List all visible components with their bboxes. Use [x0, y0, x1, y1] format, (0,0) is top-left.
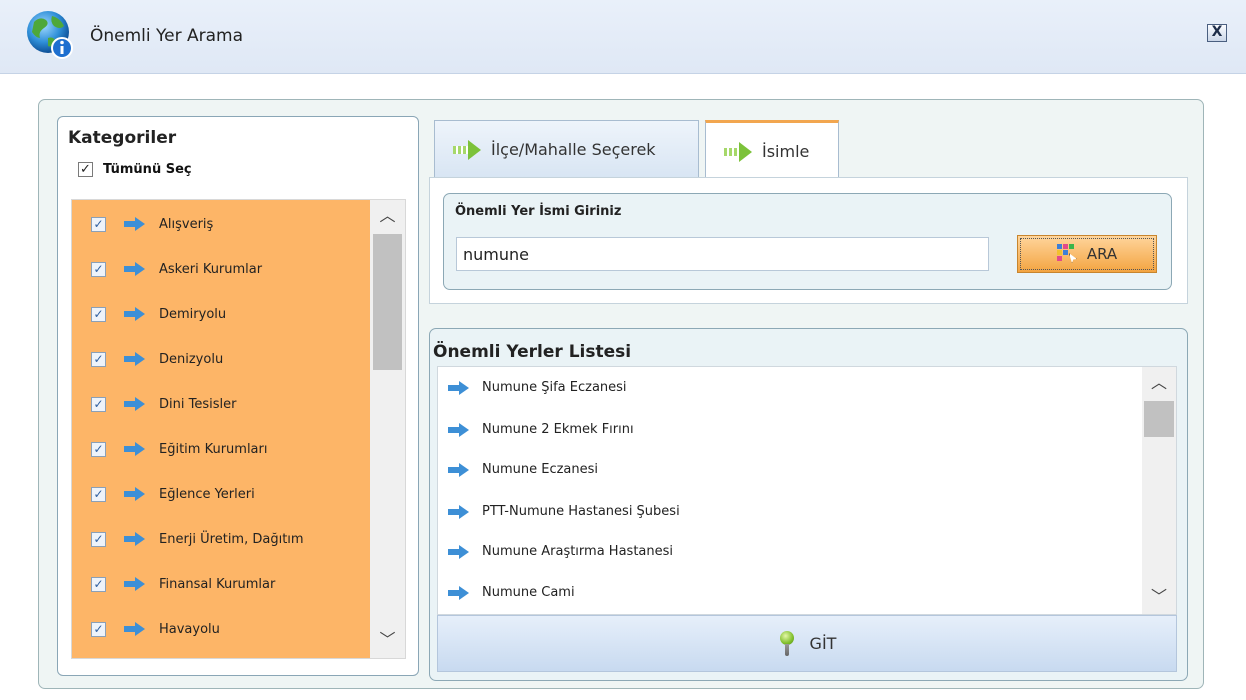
blue-arrow-icon — [448, 380, 470, 395]
category-checkbox[interactable]: ✓ — [91, 396, 106, 412]
blue-arrow-icon — [124, 577, 146, 591]
category-label: Dini Tesisler — [159, 396, 237, 412]
category-scrollbar[interactable]: ︿ ﹀ — [370, 200, 405, 658]
category-item[interactable]: ✓ Havayolu — [72, 607, 370, 651]
blue-arrow-icon — [448, 544, 470, 559]
category-item[interactable]: ✓ Askeri Kurumlar — [72, 247, 370, 291]
search-button-label: ARA — [1086, 245, 1118, 263]
category-item[interactable]: ✓ Dini Tesisler — [72, 382, 370, 426]
search-label: Önemli Yer İsmi Giriniz — [455, 204, 622, 219]
result-item[interactable]: PTT-Numune Hastanesi Şubesi — [438, 491, 1142, 532]
category-checkbox[interactable]: ✓ — [91, 261, 106, 277]
grid-cursor-icon — [1056, 244, 1079, 264]
scroll-down-icon[interactable]: ﹀ — [1142, 583, 1176, 611]
result-label: Numune Eczanesi — [482, 462, 599, 477]
category-checkbox[interactable]: ✓ — [91, 216, 106, 232]
blue-arrow-icon — [448, 462, 470, 477]
blue-arrow-icon — [448, 585, 470, 600]
categories-title: Kategoriler — [68, 128, 177, 148]
blue-arrow-icon — [124, 217, 146, 231]
tab-label: İlçe/Mahalle Seçerek — [491, 140, 656, 159]
result-item[interactable]: Numune 2 Ekmek Fırını — [438, 409, 1142, 450]
result-label: PTT-Numune Hastanesi Şubesi — [482, 504, 680, 519]
result-label: Numune 2 Ekmek Fırını — [482, 422, 634, 437]
result-item[interactable]: Numune Şifa Eczanesi — [438, 367, 1142, 408]
blue-arrow-icon — [124, 622, 146, 636]
category-item[interactable]: ✓ Eğlence Yerleri — [72, 472, 370, 516]
category-item[interactable]: ✓ Alışveriş — [72, 202, 370, 246]
category-checkbox[interactable]: ✓ — [91, 576, 106, 592]
category-label: Demiryolu — [159, 306, 227, 322]
tab-by-name[interactable]: İsimle — [705, 120, 839, 180]
search-button[interactable]: ARA — [1017, 235, 1157, 273]
place-name-input[interactable] — [456, 237, 989, 271]
green-arrow-icon — [724, 141, 754, 162]
results-title: Önemli Yerler Listesi — [433, 342, 632, 362]
blue-arrow-icon — [124, 442, 146, 456]
results-scrollbar[interactable]: ︿ ﹀ — [1142, 367, 1176, 614]
results-list-box: Numune Şifa Eczanesi Numune 2 Ekmek Fırı… — [437, 366, 1177, 615]
categories-panel: Kategoriler ✓ Tümünü Seç ✓ Alışveriş ✓ A… — [57, 116, 419, 676]
select-all-label: Tümünü Seç — [103, 162, 192, 177]
category-item[interactable]: ✓ Finansal Kurumlar — [72, 562, 370, 606]
category-checkbox[interactable]: ✓ — [91, 351, 106, 367]
category-item[interactable]: ✓ Denizyolu — [72, 337, 370, 381]
scroll-up-icon[interactable]: ︿ — [1142, 369, 1176, 397]
category-checkbox[interactable]: ✓ — [91, 486, 106, 502]
result-item[interactable]: Numune Araştırma Hastanesi — [438, 531, 1142, 572]
result-item[interactable]: Numune Cami — [438, 572, 1142, 613]
category-item[interactable]: ✓ Eğitim Kurumları — [72, 427, 370, 471]
map-pin-icon — [778, 630, 796, 657]
scroll-up-icon[interactable]: ︿ — [370, 202, 405, 230]
window-title: Önemli Yer Arama — [90, 26, 244, 46]
category-checkbox[interactable]: ✓ — [91, 531, 106, 547]
go-button-label: GİT — [809, 634, 837, 653]
blue-arrow-icon — [448, 504, 470, 519]
results-scroll-thumb[interactable] — [1144, 401, 1174, 437]
green-arrow-icon — [453, 139, 483, 160]
scroll-down-icon[interactable]: ﹀ — [370, 626, 405, 654]
category-label: Enerji Üretim, Dağıtım — [159, 531, 304, 547]
blue-arrow-icon — [124, 487, 146, 501]
blue-arrow-icon — [124, 352, 146, 366]
category-label: Askeri Kurumlar — [159, 261, 263, 277]
blue-arrow-icon — [124, 262, 146, 276]
select-all-row[interactable]: ✓ Tümünü Seç — [78, 162, 192, 177]
category-list-box: ✓ Alışveriş ✓ Askeri Kurumlar ✓ Demiryol… — [71, 199, 406, 659]
go-button[interactable]: GİT — [437, 615, 1177, 672]
category-item[interactable]: ✓ Demiryolu — [72, 292, 370, 336]
blue-arrow-icon — [124, 307, 146, 321]
tab-district-neighborhood[interactable]: İlçe/Mahalle Seçerek — [434, 120, 699, 178]
close-button[interactable]: X — [1207, 24, 1227, 42]
result-label: Numune Şifa Eczanesi — [482, 380, 627, 395]
category-checkbox[interactable]: ✓ — [91, 621, 106, 637]
category-label: Denizyolu — [159, 351, 224, 367]
globe-info-icon — [27, 11, 73, 59]
result-item[interactable]: Numune Eczanesi — [438, 449, 1142, 490]
blue-arrow-icon — [124, 397, 146, 411]
select-all-checkbox[interactable]: ✓ — [78, 162, 93, 177]
result-label: Numune Araştırma Hastanesi — [482, 544, 674, 559]
tab-label: İsimle — [762, 142, 810, 161]
category-checkbox[interactable]: ✓ — [91, 441, 106, 457]
category-scroll-thumb[interactable] — [373, 234, 402, 370]
category-label: Finansal Kurumlar — [159, 576, 276, 592]
category-item[interactable]: ✓ Enerji Üretim, Dağıtım — [72, 517, 370, 561]
category-checkbox[interactable]: ✓ — [91, 306, 106, 322]
result-label: Numune Cami — [482, 585, 575, 600]
window-titlebar: Önemli Yer Arama X — [0, 0, 1246, 74]
category-label: Eğlence Yerleri — [159, 486, 255, 502]
category-list: ✓ Alışveriş ✓ Askeri Kurumlar ✓ Demiryol… — [72, 200, 370, 658]
blue-arrow-icon — [448, 422, 470, 437]
category-label: Havayolu — [159, 621, 220, 637]
blue-arrow-icon — [124, 532, 146, 546]
category-label: Eğitim Kurumları — [159, 441, 268, 457]
category-label: Alışveriş — [159, 216, 214, 232]
